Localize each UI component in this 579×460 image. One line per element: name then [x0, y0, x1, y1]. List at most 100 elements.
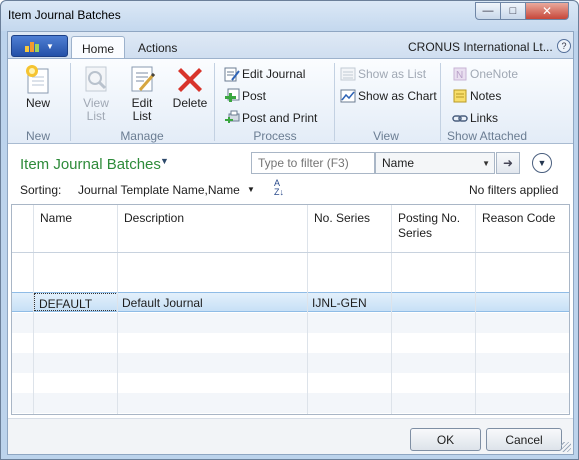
empty-row[interactable]	[12, 333, 569, 353]
maximize-button[interactable]: □	[500, 2, 526, 20]
column-header-no-series[interactable]: No. Series	[308, 205, 392, 253]
batches-grid: Name Description No. Series Posting No. …	[11, 204, 570, 415]
ribbon-divider	[440, 63, 441, 141]
column-header-description[interactable]: Description	[118, 205, 308, 253]
ribbon-group-process: Edit Journal Post Post and Print Process	[216, 59, 334, 145]
view-list-icon	[80, 63, 112, 95]
cancel-button[interactable]: Cancel	[486, 428, 562, 451]
column-header-posting-no-series[interactable]: Posting No. Series	[392, 205, 476, 253]
close-button[interactable]: ✕	[525, 2, 569, 20]
edit-journal-icon	[224, 66, 240, 82]
edit-journal-button[interactable]: Edit Journal	[224, 65, 305, 83]
view-list-label: View List	[83, 96, 109, 123]
ribbon-divider	[70, 63, 71, 141]
edit-journal-label: Edit Journal	[242, 67, 306, 81]
group-label-process: Process	[253, 129, 297, 143]
cell-description[interactable]: Default Journal	[118, 293, 308, 311]
page-title[interactable]: Item Journal Batches	[20, 156, 161, 173]
column-line	[307, 253, 308, 414]
delete-button[interactable]: Delete	[170, 63, 210, 110]
ribbon-divider	[334, 63, 335, 141]
row-selector-header	[12, 205, 34, 253]
svg-text:N: N	[456, 70, 463, 81]
resize-grip-icon[interactable]	[561, 442, 571, 452]
column-line	[117, 253, 118, 414]
post-button[interactable]: Post	[224, 87, 266, 105]
notes-button[interactable]: Notes	[452, 87, 501, 105]
expand-filter-pane-button[interactable]: ▼	[532, 153, 552, 173]
edit-list-button[interactable]: Edit List	[124, 63, 160, 123]
notes-icon	[452, 88, 468, 104]
tab-actions[interactable]: Actions	[128, 36, 190, 59]
chevron-down-icon: ▼	[46, 41, 54, 51]
group-label-new: New	[25, 129, 50, 143]
help-icon[interactable]: ?	[557, 39, 571, 53]
links-button[interactable]: Links	[452, 109, 498, 127]
filter-field-select[interactable]: Name ▼	[375, 152, 495, 174]
new-button[interactable]: New	[20, 63, 56, 110]
cell-posting-no-series[interactable]	[392, 293, 476, 311]
ribbon-group-show-attached: N OneNote Notes Links Show Attached	[442, 59, 532, 145]
onenote-button[interactable]: N OneNote	[452, 65, 518, 83]
filter-input[interactable]	[251, 152, 375, 174]
ribbon-group-manage: View List Edit List Delete Manage	[72, 59, 212, 145]
edit-list-icon	[126, 63, 158, 95]
application-menu-button[interactable]: ▼	[11, 35, 68, 57]
tab-home[interactable]: Home	[71, 36, 125, 59]
column-header-reason-code[interactable]: Reason Code	[476, 205, 569, 253]
dialog-window: Item Journal Batches — □ ✕ ▼ Home Action…	[0, 0, 579, 460]
title-bar[interactable]: Item Journal Batches — □ ✕	[1, 1, 578, 31]
ribbon-group-view: Show as List Show as Chart View	[336, 59, 437, 145]
post-and-print-icon	[224, 110, 240, 126]
filter-status: No filters applied	[469, 183, 559, 197]
onenote-label: OneNote	[470, 67, 519, 81]
edit-list-label: Edit List	[131, 96, 153, 123]
dialog-footer: OK Cancel	[8, 418, 573, 454]
onenote-icon: N	[452, 66, 468, 82]
minimize-button[interactable]: —	[475, 2, 501, 20]
close-icon: ✕	[541, 4, 553, 18]
window-client-area: ▼ Home Actions CRONUS International Lt..…	[7, 31, 574, 455]
cell-reason-code[interactable]	[476, 293, 569, 311]
arrow-right-icon: ➜	[502, 156, 514, 170]
group-label-show-attached: Show Attached	[446, 129, 528, 143]
window-title: Item Journal Batches	[8, 8, 121, 22]
new-document-icon	[22, 63, 54, 95]
sort-ascending-icon[interactable]: A Z↓	[274, 179, 284, 197]
apply-filter-button[interactable]: ➜	[496, 152, 520, 174]
ok-button[interactable]: OK	[410, 428, 481, 451]
show-as-chart-label: Show as Chart	[358, 89, 437, 103]
show-as-chart-icon	[340, 88, 356, 104]
group-label-manage: Manage	[120, 129, 164, 143]
table-row[interactable]: DEFAULT Default Journal IJNL-GEN	[12, 292, 569, 312]
new-label: New	[25, 96, 50, 110]
empty-row[interactable]	[12, 353, 569, 373]
links-label: Links	[470, 111, 499, 125]
view-list-button[interactable]: View List	[78, 63, 114, 123]
cell-name[interactable]: DEFAULT	[34, 293, 118, 311]
post-icon	[224, 88, 240, 104]
maximize-icon: □	[509, 5, 517, 17]
sorting-select[interactable]: Journal Template Name,Name	[78, 183, 240, 197]
row-selector[interactable]	[12, 293, 34, 311]
dynamics-logo-icon	[25, 40, 41, 52]
notes-label: Notes	[470, 89, 502, 103]
show-as-list-button[interactable]: Show as List	[340, 65, 426, 83]
ribbon-tab-bar: ▼ Home Actions CRONUS International Lt..…	[8, 32, 573, 59]
chevron-down-icon[interactable]: ▼	[160, 156, 169, 166]
show-as-chart-button[interactable]: Show as Chart	[340, 87, 437, 105]
delete-label: Delete	[172, 96, 208, 110]
column-line	[391, 253, 392, 414]
group-label-view: View	[373, 129, 399, 143]
empty-row[interactable]	[12, 313, 569, 333]
empty-row[interactable]	[12, 373, 569, 393]
link-chain-icon	[452, 110, 468, 126]
company-name[interactable]: CRONUS International Lt...	[408, 40, 553, 54]
chevron-down-icon: ▼	[537, 158, 547, 168]
post-and-print-button[interactable]: Post and Print	[224, 109, 317, 127]
cell-no-series[interactable]: IJNL-GEN	[308, 293, 392, 311]
column-line	[475, 253, 476, 414]
chevron-down-icon[interactable]: ▼	[247, 185, 255, 194]
column-header-name[interactable]: Name	[34, 205, 118, 253]
empty-row[interactable]	[12, 393, 569, 413]
